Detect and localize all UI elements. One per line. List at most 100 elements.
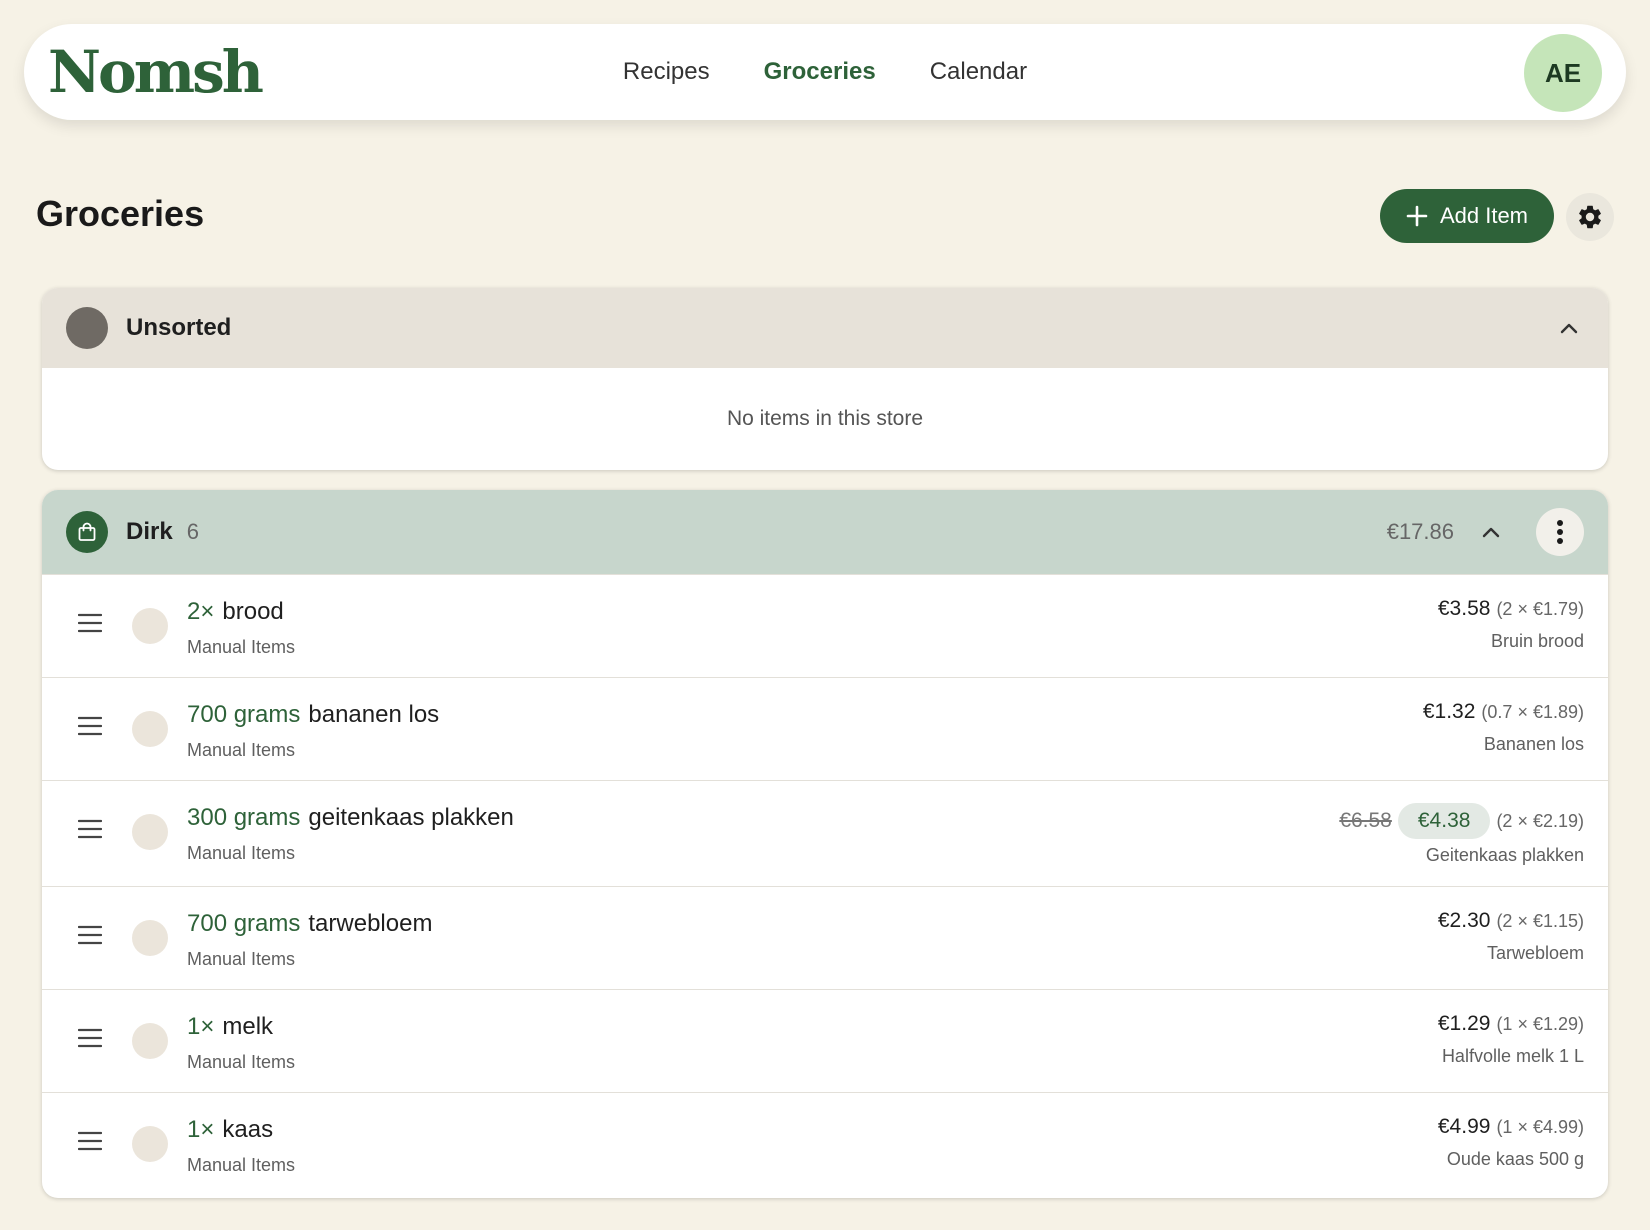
item-price: €6.58 €4.38 (2 × €2.19) [1339, 803, 1584, 839]
item-name: kaas [222, 1116, 274, 1143]
nav-groceries[interactable]: Groceries [764, 58, 876, 86]
product-name[interactable]: Halfvolle melk 1 L [1442, 1046, 1584, 1067]
store-name: Dirk [126, 518, 173, 545]
store-total: €17.86 [1386, 519, 1454, 544]
avatar-initials: AE [1544, 57, 1582, 88]
price-breakdown: (2 × €1.79) [1496, 598, 1584, 619]
item-price: €1.29 (1 × €1.29) [1438, 1012, 1584, 1036]
item-quantity: 700 grams [187, 701, 301, 728]
item-quantity: 2× [187, 598, 215, 625]
item-title: 2× brood [187, 597, 284, 627]
item-checkbox[interactable] [132, 608, 168, 644]
add-item-label: Add Item [1439, 203, 1529, 228]
user-avatar[interactable]: AE [1524, 34, 1602, 112]
item-title: 700 grams bananen los [187, 700, 439, 730]
price-total: €1.29 [1437, 1012, 1491, 1035]
item-price: €4.99 (1 × €4.99) [1438, 1115, 1584, 1139]
grocery-item-row[interactable]: 1× melk Manual Items €1.29 (1 × €1.29) Ha… [42, 989, 1608, 1092]
item-source: Manual Items [187, 740, 296, 760]
item-quantity: 1× [187, 1116, 215, 1143]
item-checkbox[interactable] [132, 1023, 168, 1059]
plus-icon [1406, 205, 1428, 227]
page-title: Groceries [36, 193, 205, 234]
discount-price-badge: €4.38 [1397, 803, 1491, 839]
top-navigation: Nomsh Recipes Groceries Calendar AE [24, 24, 1626, 120]
product-name[interactable]: Tarwebloem [1487, 943, 1584, 964]
collapse-button[interactable] [1476, 517, 1506, 547]
drag-handle-icon[interactable] [78, 819, 102, 839]
price-breakdown: (1 × €4.99) [1496, 1116, 1584, 1137]
price-breakdown: (1 × €1.29) [1496, 1013, 1584, 1034]
more-vertical-icon [1557, 520, 1563, 544]
product-name[interactable]: Oude kaas 500 g [1447, 1149, 1584, 1170]
price-total: €1.32 [1422, 700, 1476, 723]
product-name[interactable]: Geitenkaas plakken [1426, 845, 1584, 866]
item-price: €3.58 (2 × €1.79) [1438, 597, 1584, 621]
item-checkbox[interactable] [132, 711, 168, 747]
nav-calendar[interactable]: Calendar [930, 58, 1027, 86]
grocery-item-row[interactable]: 1× kaas Manual Items €4.99 (1 × €4.99) Ou… [42, 1092, 1608, 1195]
item-source: Manual Items [187, 1052, 296, 1072]
store-color-dot [66, 307, 108, 349]
empty-store-message: No items in this store [726, 407, 924, 430]
item-source: Manual Items [187, 843, 296, 863]
grocery-item-row[interactable]: 700 grams bananen los Manual Items €1.32 … [42, 677, 1608, 780]
grocery-item-row[interactable]: 700 grams tarwebloem Manual Items €2.30 (… [42, 886, 1608, 989]
item-source: Manual Items [187, 637, 296, 657]
store-menu-button[interactable] [1536, 508, 1584, 556]
item-price: €2.30 (2 × €1.15) [1438, 909, 1584, 933]
store-name: Unsorted [126, 314, 232, 341]
grocery-item-row[interactable]: 300 grams geitenkaas plakken Manual Items… [42, 780, 1608, 886]
item-quantity: 700 grams [187, 910, 301, 937]
item-name: brood [222, 598, 284, 625]
item-title: 1× melk [187, 1012, 273, 1042]
store-header-unsorted[interactable]: Unsorted [42, 288, 1608, 368]
item-quantity: 300 grams [187, 804, 301, 831]
main-nav: Recipes Groceries Calendar [24, 24, 1626, 120]
item-name: melk [222, 1013, 274, 1040]
item-source: Manual Items [187, 949, 296, 969]
item-name: tarwebloem [308, 910, 433, 937]
drag-handle-icon[interactable] [78, 925, 102, 945]
item-checkbox[interactable] [132, 814, 168, 850]
item-name: geitenkaas plakken [308, 804, 514, 831]
item-count: 6 [186, 519, 199, 544]
price-total: €2.30 [1437, 909, 1491, 932]
store-card-unsorted: Unsorted No items in this store [42, 288, 1608, 470]
shopping-bag-icon [78, 522, 96, 541]
item-quantity: 1× [187, 1013, 215, 1040]
drag-handle-icon[interactable] [78, 716, 102, 736]
logo-text: Nomsh [48, 38, 264, 106]
chevron-up-icon [1560, 323, 1578, 334]
drag-handle-icon[interactable] [78, 1131, 102, 1151]
item-source: Manual Items [187, 1155, 296, 1175]
price-breakdown: (0.7 × €1.89) [1481, 701, 1584, 722]
drag-handle-icon[interactable] [78, 1028, 102, 1048]
settings-button[interactable] [1566, 193, 1614, 241]
product-name[interactable]: Bruin brood [1491, 631, 1584, 652]
store-badge [66, 511, 108, 553]
item-title: 300 grams geitenkaas plakken [187, 803, 514, 833]
grocery-item-row[interactable]: 2× brood Manual Items €3.58 (2 × €1.79) B… [42, 574, 1608, 677]
item-checkbox[interactable] [132, 1126, 168, 1162]
store-header-dirk[interactable]: Dirk 6 €17.86 [42, 490, 1608, 574]
item-name: bananen los [308, 701, 440, 728]
item-title: 1× kaas [187, 1115, 273, 1145]
item-title: 700 grams tarwebloem [187, 909, 432, 939]
price-total: €4.99 [1437, 1115, 1491, 1138]
drag-handle-icon[interactable] [78, 613, 102, 633]
product-name[interactable]: Bananen los [1484, 734, 1584, 755]
price-total: €3.58 [1437, 597, 1491, 620]
price-breakdown: (2 × €1.15) [1496, 910, 1584, 931]
nomsh-logo[interactable]: Nomsh [48, 38, 264, 106]
collapse-button[interactable] [1554, 313, 1584, 343]
gear-icon [1579, 205, 1601, 229]
item-price: €1.32 (0.7 × €1.89) [1423, 700, 1584, 724]
nav-recipes[interactable]: Recipes [623, 58, 710, 86]
add-item-button[interactable]: Add Item [1380, 189, 1554, 243]
price-breakdown: (2 × €2.19) [1496, 810, 1584, 831]
chevron-up-icon [1482, 527, 1500, 538]
store-card-dirk: Dirk 6 €17.86 2× brood Manual Items €3.5… [42, 490, 1608, 1198]
item-checkbox[interactable] [132, 920, 168, 956]
original-price: €6.58 [1339, 809, 1392, 832]
